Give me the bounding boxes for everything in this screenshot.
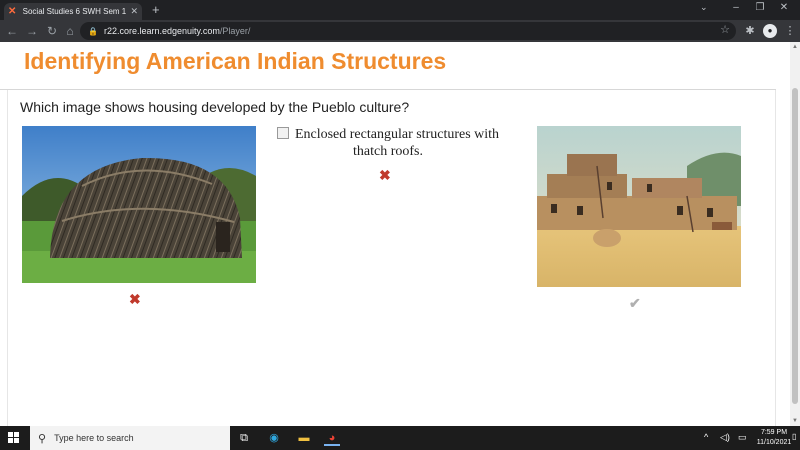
scroll-down-icon[interactable]: ▼ xyxy=(790,416,800,426)
page-content: Identifying American Indian Structures W… xyxy=(0,42,790,426)
minimize-button[interactable]: – xyxy=(726,2,746,13)
scrollbar-thumb[interactable] xyxy=(792,88,798,404)
maximize-button[interactable]: ❐ xyxy=(750,2,770,13)
clock-time: 7:59 PM xyxy=(760,429,788,436)
choice-broken-image[interactable]: Enclosed rectangular structures with tha… xyxy=(270,126,506,160)
extensions-icon[interactable]: ✱ xyxy=(742,23,758,39)
volume-icon[interactable]: ◁) xyxy=(720,432,730,443)
windows-start-icon[interactable] xyxy=(8,432,20,444)
home-icon[interactable]: ⌂ xyxy=(62,23,78,39)
incorrect-mark-icon: ✖ xyxy=(129,291,141,307)
windows-taskbar: ⚲ Type here to search ⧉ ◉ ▬ ◕ ^ ◁) ▭ 7:5… xyxy=(0,426,800,450)
correct-check-icon: ✔ xyxy=(629,295,641,311)
forward-icon[interactable]: → xyxy=(24,23,40,39)
search-icon: ⚲ xyxy=(38,432,47,445)
taskbar-search-placeholder: Type here to search xyxy=(54,433,134,443)
notifications-icon[interactable]: ▯ xyxy=(792,432,796,441)
task-view-icon[interactable]: ⧉ xyxy=(236,430,252,446)
edge-browser-icon[interactable]: ◉ xyxy=(266,430,282,446)
bookmark-star-icon[interactable]: ☆ xyxy=(720,23,730,36)
page-scrollbar[interactable]: ▲ ▼ xyxy=(790,42,800,426)
url-host: r22.core.learn.edgenuity.com xyxy=(103,26,220,36)
chrome-taskbar-icon[interactable]: ◕ xyxy=(324,430,340,446)
question-text: Which image shows housing developed by t… xyxy=(20,99,410,115)
incorrect-mark-icon: ✖ xyxy=(379,167,391,183)
profile-avatar-icon[interactable]: ● xyxy=(763,24,777,38)
reload-icon[interactable]: ↻ xyxy=(44,23,60,39)
page-title: Identifying American Indian Structures xyxy=(24,48,447,74)
back-icon[interactable]: ← xyxy=(4,23,20,39)
network-icon[interactable]: ▭ xyxy=(738,432,747,443)
lock-icon[interactable]: 🔒 xyxy=(88,27,98,36)
close-tab-icon[interactable]: ✕ xyxy=(130,6,138,17)
show-hidden-icons-icon[interactable]: ^ xyxy=(704,432,708,442)
tab-search-icon[interactable]: ⌄ xyxy=(700,2,708,13)
browser-toolbar: ← → ↻ ⌂ 🔒 r22.core.learn.edgenuity.com /… xyxy=(0,20,800,42)
clock-date: 11/10/2021 xyxy=(756,439,792,446)
choice-image-longhouse[interactable] xyxy=(22,126,256,283)
taskbar-clock[interactable]: 7:59 PM 11/10/2021 xyxy=(752,428,796,448)
file-explorer-icon[interactable]: ▬ xyxy=(296,430,312,446)
taskbar-search-box[interactable]: ⚲ Type here to search xyxy=(30,426,230,450)
broken-image-icon xyxy=(276,127,289,139)
close-window-button[interactable]: ✕ xyxy=(774,2,794,13)
new-tab-button[interactable]: + xyxy=(152,2,160,18)
broken-image-alt-text: Enclosed rectangular structures with tha… xyxy=(294,127,500,159)
edgenuity-favicon-icon: ✕ xyxy=(8,5,17,17)
browser-tab-strip: ✕ Social Studies 6 SWH Sem 1 Q2 S ✕ + ⌄ … xyxy=(0,0,800,20)
address-bar[interactable]: 🔒 r22.core.learn.edgenuity.com /Player/ … xyxy=(80,22,736,40)
choice-image-pueblo[interactable] xyxy=(537,126,741,287)
url-path: /Player/ xyxy=(219,26,251,36)
tab-title: Social Studies 6 SWH Sem 1 Q2 S xyxy=(22,7,129,16)
browser-tab[interactable]: ✕ Social Studies 6 SWH Sem 1 Q2 S ✕ xyxy=(4,3,142,20)
menu-dots-icon[interactable]: ⋮ xyxy=(782,23,798,39)
scroll-up-icon[interactable]: ▲ xyxy=(790,42,800,52)
page-header: Identifying American Indian Structures xyxy=(0,42,776,90)
